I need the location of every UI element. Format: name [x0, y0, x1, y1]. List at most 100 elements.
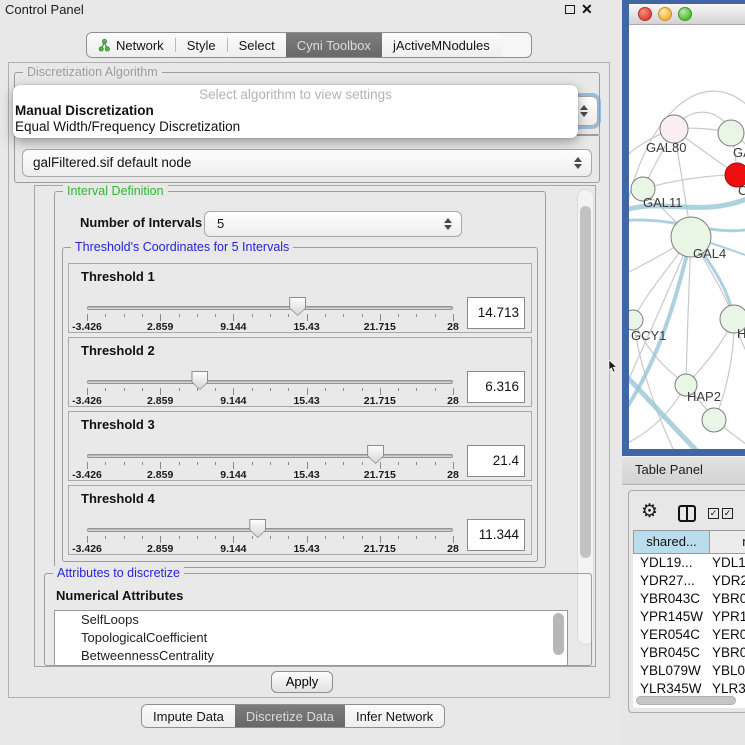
- tab-label: Impute Data: [153, 709, 224, 724]
- threshold-value-field[interactable]: 14.713: [467, 297, 525, 329]
- tick-mark: [87, 462, 88, 469]
- tick-mark: [362, 388, 363, 391]
- network-window-titlebar[interactable]: [629, 4, 745, 25]
- table-panel-title: Table Panel: [635, 462, 703, 477]
- algorithm-dropdown-popup: Select algorithm to view settings Manual…: [13, 85, 578, 138]
- network-node-green[interactable]: [629, 310, 643, 330]
- slider-track[interactable]: [87, 528, 453, 532]
- table-row[interactable]: YER054CYER0: [633, 626, 745, 644]
- tick-mark: [233, 388, 234, 395]
- table-row[interactable]: YBR043CYBR0: [633, 590, 745, 608]
- threshold-value-field[interactable]: 21.4: [467, 445, 525, 477]
- column-header-name[interactable]: na: [710, 530, 745, 554]
- tick-label: 15.43: [293, 395, 319, 407]
- close-traffic-light[interactable]: [638, 7, 652, 21]
- tick-label: -3.426: [72, 321, 102, 333]
- tick-mark: [453, 462, 454, 469]
- attribute-item[interactable]: TopologicalCoefficient: [55, 629, 567, 647]
- tab-impute-data[interactable]: Impute Data: [142, 705, 235, 727]
- network-canvas[interactable]: GAL80GACGAL11GAL4GCY1HHAP2: [629, 25, 745, 449]
- tick-mark: [380, 314, 381, 321]
- table-row[interactable]: YBR045CYBR0: [633, 644, 745, 662]
- dropdown-option-manual[interactable]: Manual Discretization: [13, 103, 578, 119]
- dropdown-placeholder: Select algorithm to view settings: [13, 87, 578, 103]
- threshold-1-panel: Threshold 1 -3.4262.8599.14415.4321.7152…: [68, 263, 532, 333]
- table-row[interactable]: YDL19...YDL1: [633, 554, 745, 572]
- tick-mark: [160, 462, 161, 469]
- horizontal-scrollbar-thumb[interactable]: [636, 696, 736, 705]
- slider-track[interactable]: [87, 380, 453, 384]
- list-scrollbar-thumb[interactable]: [553, 613, 564, 655]
- tick-mark: [179, 388, 180, 391]
- group-title: Interval Definition: [63, 184, 168, 198]
- tab-network[interactable]: Network: [87, 33, 175, 57]
- tick-mark: [105, 462, 106, 465]
- slider-track[interactable]: [87, 306, 453, 310]
- tick-mark: [197, 388, 198, 391]
- group-title: Attributes to discretize: [53, 566, 184, 580]
- dropdown-option-equal-width[interactable]: Equal Width/Frequency Discretization: [13, 119, 578, 135]
- table-row[interactable]: YDR27...YDR2: [633, 572, 745, 590]
- table-data-combobox[interactable]: galFiltered.sif default node: [22, 149, 592, 177]
- tab-select[interactable]: Select: [228, 33, 286, 57]
- close-icon[interactable]: ✕: [581, 0, 593, 18]
- tab-style[interactable]: Style: [176, 33, 227, 57]
- threshold-value-field[interactable]: 6.316: [467, 371, 525, 403]
- tick-mark: [142, 388, 143, 391]
- attribute-item[interactable]: SelfLoops: [55, 611, 567, 629]
- slider-track[interactable]: [87, 454, 453, 458]
- combo-arrows-icon: [580, 105, 588, 117]
- tick-mark: [252, 536, 253, 539]
- table-row[interactable]: YBL079WYBL0: [633, 662, 745, 680]
- column-header-shared-name[interactable]: shared...: [633, 530, 710, 554]
- threshold-value-field[interactable]: 11.344: [467, 519, 525, 551]
- tab-infer-network[interactable]: Infer Network: [345, 705, 444, 727]
- attributes-listbox[interactable]: SelfLoopsTopologicalCoefficientBetweenne…: [54, 610, 568, 666]
- gear-icon[interactable]: ⚙: [641, 502, 658, 521]
- tick-mark: [270, 314, 271, 317]
- tick-mark: [380, 462, 381, 469]
- network-node-green[interactable]: [702, 408, 726, 432]
- combo-arrows-icon: [574, 157, 582, 169]
- tab-label: Network: [116, 38, 164, 53]
- network-graph: GAL80GACGAL11GAL4GCY1HHAP2: [629, 25, 745, 449]
- zoom-traffic-light[interactable]: [678, 7, 692, 21]
- minimize-traffic-light[interactable]: [658, 7, 672, 21]
- tick-mark: [398, 462, 399, 465]
- checkbox-icon[interactable]: ✓: [708, 508, 719, 519]
- tick-mark: [215, 388, 216, 391]
- tick-label: 28: [447, 543, 459, 555]
- tick-label: 21.715: [364, 395, 396, 407]
- tick-mark: [160, 314, 161, 321]
- attribute-item[interactable]: BetweennessCentrality: [55, 647, 567, 665]
- tick-mark: [325, 536, 326, 539]
- tick-mark: [270, 388, 271, 391]
- table-row[interactable]: YPR145WYPR1: [633, 608, 745, 626]
- tick-mark: [142, 536, 143, 539]
- tick-label: -3.426: [72, 543, 102, 555]
- num-intervals-combobox[interactable]: 5: [204, 211, 462, 237]
- tab-jactivemnodules[interactable]: jActiveMNodules: [382, 33, 501, 57]
- checkbox-icon[interactable]: ✓: [722, 508, 733, 519]
- tick-mark: [453, 388, 454, 395]
- apply-button[interactable]: Apply: [271, 671, 333, 693]
- table-row[interactable]: YLR345WYLR3: [633, 680, 745, 694]
- tick-label: 9.144: [220, 543, 246, 555]
- tick-mark: [435, 536, 436, 539]
- scrollbar-thumb[interactable]: [580, 206, 591, 558]
- tab-label: jActiveMNodules: [393, 38, 490, 53]
- tick-mark: [362, 314, 363, 317]
- tick-mark: [124, 388, 125, 391]
- tick-mark: [142, 462, 143, 465]
- network-node-green[interactable]: [718, 120, 744, 146]
- tick-label: 9.144: [220, 321, 246, 333]
- control-panel-titlebar: Control Panel ✕: [0, 0, 622, 20]
- float-window-icon[interactable]: [565, 5, 575, 14]
- tab-cyni-toolbox[interactable]: Cyni Toolbox: [286, 33, 382, 57]
- tick-mark: [160, 388, 161, 395]
- split-columns-icon[interactable]: [678, 505, 696, 522]
- network-node-pink[interactable]: [660, 115, 688, 143]
- tick-mark: [416, 314, 417, 317]
- tab-discretize-data[interactable]: Discretize Data: [235, 705, 345, 727]
- tick-mark: [105, 314, 106, 317]
